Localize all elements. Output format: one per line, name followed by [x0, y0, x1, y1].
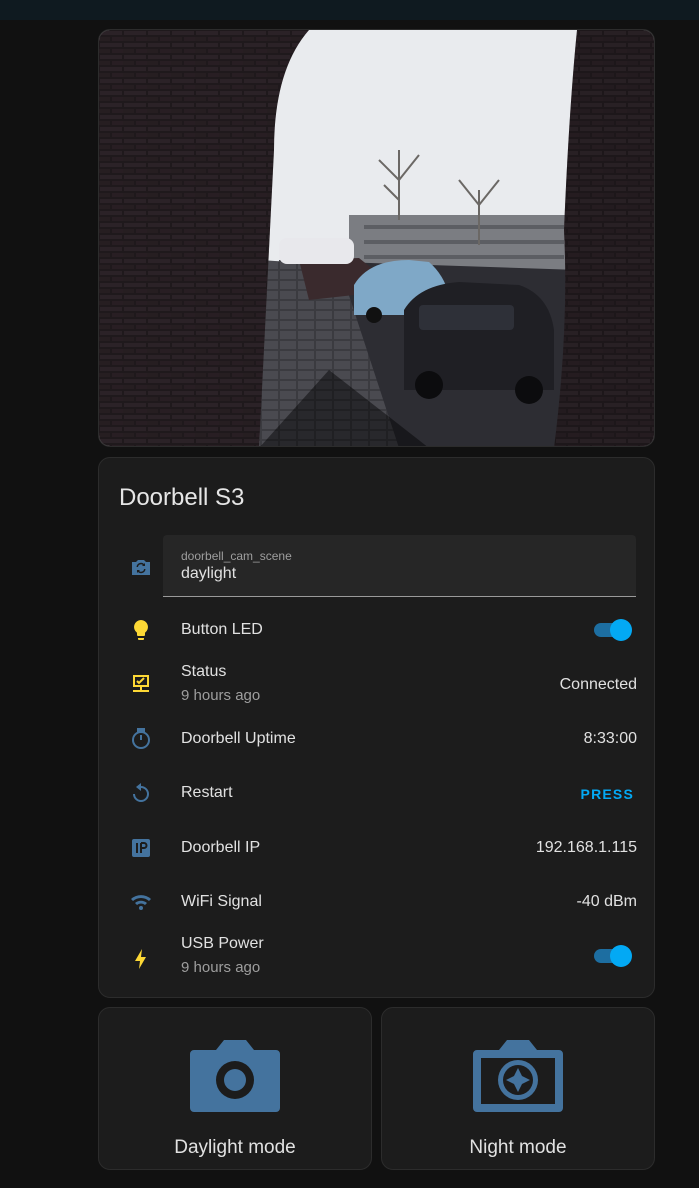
camera-view[interactable] [98, 29, 655, 447]
uptime-label: Doorbell Uptime [181, 730, 296, 747]
timer-icon [127, 725, 155, 753]
row-usb-power: USB Power 9 hours ago [99, 929, 656, 983]
usb-power-toggle[interactable] [592, 945, 634, 969]
button-led-toggle[interactable] [592, 619, 634, 643]
status-value: Connected [559, 676, 637, 693]
row-button-led: Button LED [99, 603, 656, 657]
row-restart: Restart PRESS [99, 766, 656, 820]
button-led-label: Button LED [181, 621, 263, 638]
flash-icon [127, 945, 155, 973]
monitor-network-icon [127, 671, 155, 699]
row-wifi: WiFi Signal -40 dBm [99, 875, 656, 929]
camera-image [99, 30, 654, 446]
ip-label: Doorbell IP [181, 839, 261, 856]
status-time: 9 hours ago [181, 687, 261, 704]
camera-icon [186, 1028, 284, 1118]
daylight-mode-button[interactable]: Daylight mode [98, 1007, 372, 1170]
camera-iris-icon [469, 1028, 567, 1118]
uptime-value: 8:33:00 [583, 730, 637, 747]
daylight-mode-label: Daylight mode [174, 1137, 296, 1158]
scene-select-value: daylight [181, 565, 237, 582]
scene-select[interactable]: doorbell_cam_scene daylight [163, 535, 636, 597]
wifi-icon [127, 888, 155, 916]
restart-label: Restart [181, 784, 233, 801]
usb-power-time: 9 hours ago [181, 959, 261, 976]
ip-value: 192.168.1.115 [535, 839, 637, 856]
card-title: Doorbell S3 [119, 484, 245, 511]
wifi-value: -40 dBm [576, 893, 637, 910]
top-bar [0, 0, 699, 20]
restart-press-button[interactable]: PRESS [581, 786, 634, 802]
wifi-label: WiFi Signal [181, 893, 262, 910]
entities-card: Doorbell S3 doorbell_cam_scene daylight … [98, 457, 655, 998]
camera-switch-icon [127, 553, 155, 581]
night-mode-button[interactable]: Night mode [381, 1007, 655, 1170]
usb-power-label: USB Power [181, 935, 264, 952]
scene-select-caption: doorbell_cam_scene [181, 549, 292, 563]
lightbulb-icon [127, 616, 155, 644]
row-status: Status 9 hours ago Connected [99, 657, 656, 711]
night-mode-label: Night mode [469, 1137, 567, 1158]
status-label: Status [181, 663, 227, 680]
ip-icon [127, 834, 155, 862]
row-ip: Doorbell IP 192.168.1.115 [99, 820, 656, 874]
restart-icon [127, 779, 155, 807]
row-uptime: Doorbell Uptime 8:33:00 [99, 712, 656, 766]
